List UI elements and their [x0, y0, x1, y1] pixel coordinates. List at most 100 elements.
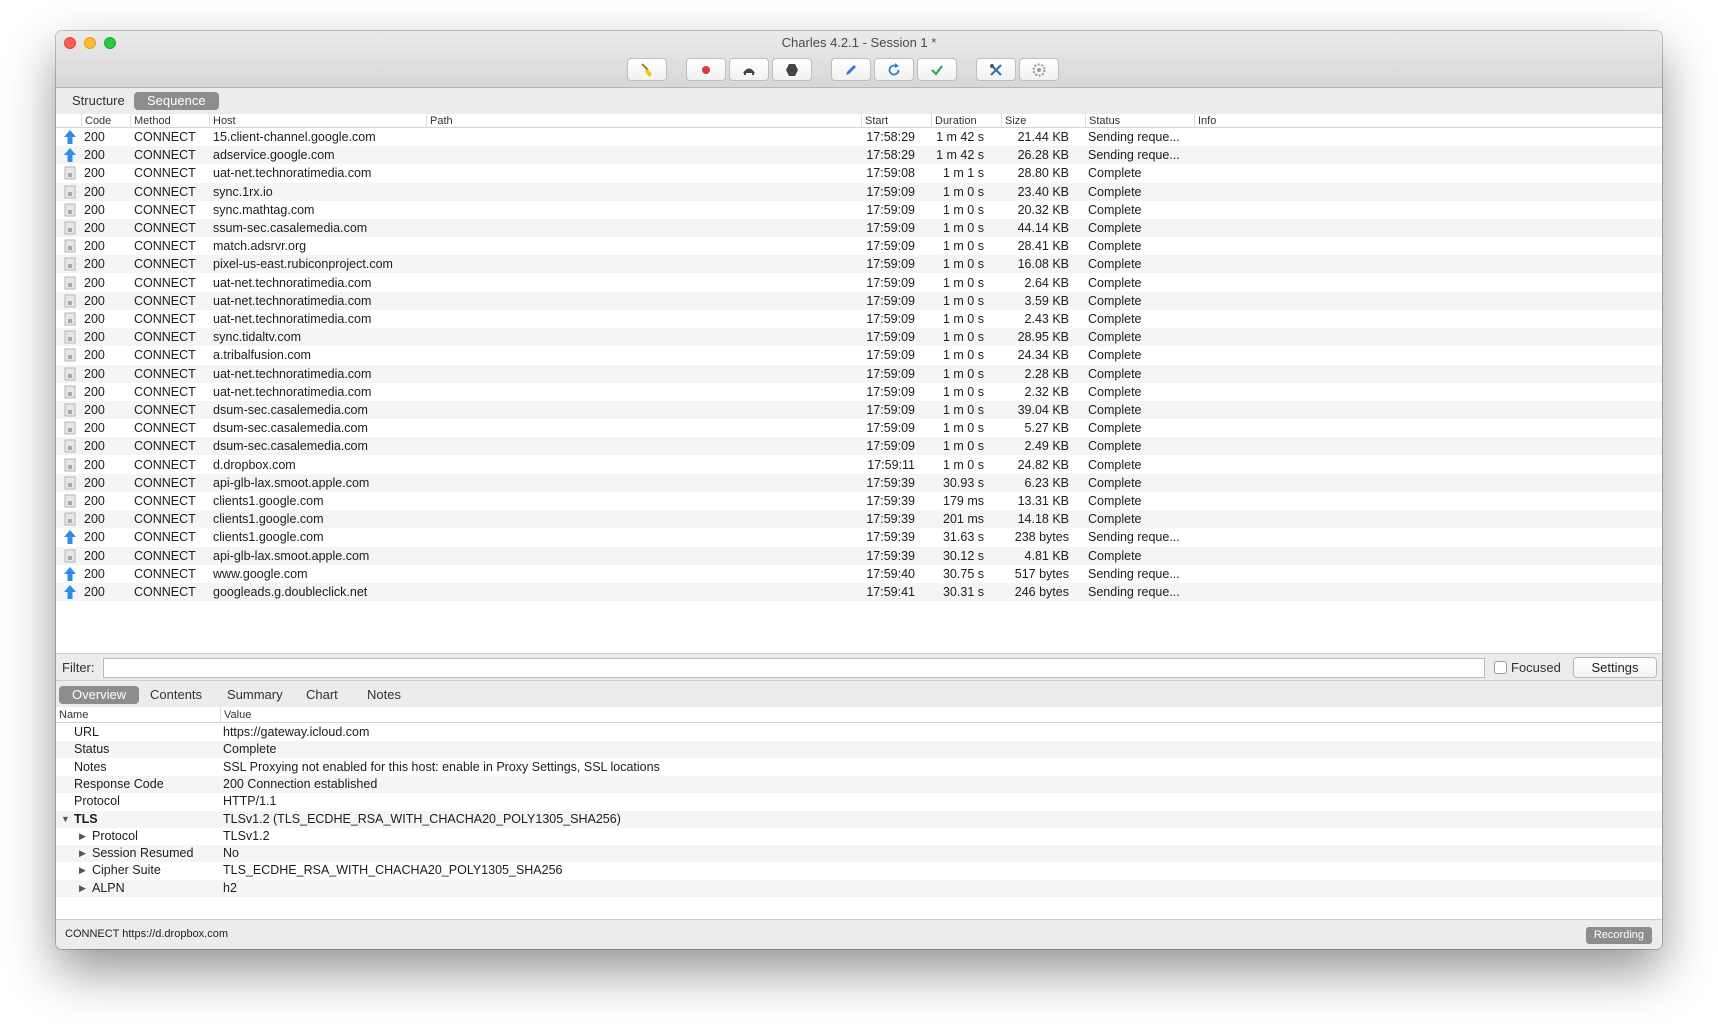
cell-start: 17:59:08 [866, 166, 915, 181]
tab-chart[interactable]: Chart [293, 686, 351, 704]
cell-info [1197, 383, 1657, 401]
settings-button[interactable] [1019, 58, 1059, 81]
table-row[interactable]: 200 CONNECT api-glb-lax.smoot.apple.com 17:… [56, 473, 1662, 492]
table-row[interactable]: 200 CONNECT ssum-sec.casalemedia.com 17:59:… [56, 219, 1662, 237]
cell-start: 17:59:09 [866, 275, 915, 290]
overview-row[interactable]: Protocol HTTP/1.1 [56, 793, 1662, 810]
table-row[interactable]: 200 CONNECT match.adsrvr.org 17:59:09 1 m 0 … [56, 237, 1662, 255]
column-header-status[interactable]: Status [1085, 114, 1194, 128]
disclosure-collapsed-icon[interactable]: ▶ [79, 880, 86, 897]
table-row[interactable]: 200 CONNECT uat-net.technoratimedia.com 17:… [56, 274, 1662, 292]
tab-overview[interactable]: Overview [59, 686, 140, 704]
focused-checkbox[interactable] [1494, 661, 1507, 674]
breakpoints-hexagon-icon [786, 63, 798, 76]
cell-code: 200 [84, 548, 105, 563]
column-header-size[interactable]: Size [1001, 114, 1085, 128]
lock-icon [64, 439, 76, 453]
cell-info [1197, 492, 1657, 510]
column-header-host[interactable]: Host [209, 114, 427, 128]
column-header-name[interactable]: Name [56, 707, 220, 723]
tab-summary[interactable]: Summary [214, 686, 296, 704]
overview-row[interactable]: ▼ TLS TLSv1.2 (TLS_ECDHE_RSA_WITH_CHACHA20… [56, 810, 1662, 828]
table-row[interactable]: 200 CONNECT adservice.google.com 17:58:29 1 … [56, 146, 1662, 165]
column-header-start[interactable]: Start [861, 114, 931, 128]
disclosure-collapsed-icon[interactable]: ▶ [79, 845, 86, 862]
overview-row[interactable]: ▶ Session Resumed No [56, 845, 1662, 863]
cell-info [1197, 274, 1657, 292]
table-row[interactable]: 200 CONNECT uat-net.technoratimedia.com 17:… [56, 383, 1662, 401]
column-header-code[interactable]: Code [81, 114, 130, 128]
table-row[interactable]: 200 CONNECT dsum-sec.casalemedia.com 17:59:… [56, 401, 1662, 419]
table-row[interactable]: 200 CONNECT sync.tidaltv.com 17:59:09 1 m 0 … [56, 328, 1662, 347]
cell-size: 20.32 KB [1017, 202, 1069, 217]
validate-button[interactable] [917, 58, 957, 81]
overview-row[interactable]: URL https://gateway.icloud.com [56, 724, 1662, 741]
overview-row[interactable]: ▶ Cipher Suite TLS_ECDHE_RSA_WITH_CHACHA20… [56, 862, 1662, 879]
tab-structure[interactable]: Structure [59, 92, 138, 110]
disclosure-expanded-icon[interactable]: ▼ [61, 811, 70, 828]
table-row[interactable]: 200 CONNECT uat-net.technoratimedia.com 17:… [56, 291, 1662, 310]
cell-start: 17:59:39 [866, 530, 915, 545]
table-row[interactable]: 200 CONNECT dsum-sec.casalemedia.com 17:59:… [56, 419, 1662, 437]
table-row[interactable]: 200 CONNECT www.google.com 17:59:40 30.75 s 5… [56, 565, 1662, 583]
table-row[interactable]: 200 CONNECT 15.client-channel.google.com 17… [56, 128, 1662, 146]
cell-status: Complete [1088, 221, 1142, 235]
cell-duration: 1 m 0 s [943, 239, 984, 254]
tab-sequence[interactable]: Sequence [134, 92, 219, 110]
overview-row[interactable]: Response Code 200 Connection established [56, 775, 1662, 793]
overview-name: Status [74, 742, 110, 757]
lock-icon [64, 312, 76, 326]
column-header-duration[interactable]: Duration [931, 114, 1001, 128]
lock-icon [64, 458, 76, 472]
column-header-info[interactable]: Info [1194, 114, 1662, 128]
column-header-value[interactable]: Value [220, 707, 1662, 723]
table-row[interactable]: 200 CONNECT sync.mathtag.com 17:59:09 1 m 0 … [56, 201, 1662, 219]
recording-badge[interactable]: Recording [1585, 927, 1652, 944]
cell-method: CONNECT [134, 348, 196, 363]
sequence-table-header: Code Method Host Path Start Duration Siz… [56, 114, 1662, 128]
cell-info [1197, 456, 1657, 474]
disclosure-collapsed-icon[interactable]: ▶ [79, 828, 86, 845]
table-row[interactable]: 200 CONNECT api-glb-lax.smoot.apple.com 17:… [56, 546, 1662, 565]
tab-notes[interactable]: Notes [354, 686, 414, 704]
overview-row[interactable]: Notes SSL Proxying not enabled for this h… [56, 759, 1662, 776]
repeat-button[interactable] [874, 58, 914, 81]
disclosure-collapsed-icon[interactable]: ▶ [79, 862, 86, 879]
cell-path [430, 383, 861, 401]
table-row[interactable]: 200 CONNECT clients1.google.com 17:59:39 201… [56, 510, 1662, 529]
table-row[interactable]: 200 CONNECT clients1.google.com 17:59:39 179… [56, 492, 1662, 510]
cell-method: CONNECT [134, 184, 196, 199]
table-row[interactable]: 200 CONNECT googleads.g.doubleclick.net 17:… [56, 583, 1662, 601]
cell-status: Complete [1088, 239, 1142, 254]
table-row[interactable]: 200 CONNECT uat-net.technoratimedia.com 17:… [56, 164, 1662, 182]
table-row[interactable]: 200 CONNECT d.dropbox.com 17:59:11 1 m 0 s 24… [56, 456, 1662, 474]
clear-session-button[interactable] [627, 58, 667, 81]
column-header-path[interactable]: Path [426, 114, 861, 128]
filter-input[interactable] [103, 658, 1485, 678]
cell-info [1197, 146, 1657, 164]
overview-row[interactable]: ▶ Protocol TLSv1.2 [56, 828, 1662, 845]
tab-contents[interactable]: Contents [137, 686, 215, 704]
record-button[interactable] [686, 58, 726, 81]
cell-host: uat-net.technoratimedia.com [213, 166, 372, 181]
compose-button[interactable] [831, 58, 871, 81]
cell-start: 17:59:39 [866, 548, 915, 563]
overview-row[interactable]: Status Complete [56, 741, 1662, 759]
throttling-button[interactable] [729, 58, 769, 81]
window-title: Charles 4.2.1 - Session 1 * [781, 35, 937, 50]
filter-settings-button[interactable]: Settings [1573, 657, 1657, 678]
overview-value: SSL Proxying not enabled for this host: … [223, 759, 660, 774]
breakpoints-button[interactable] [772, 58, 812, 81]
table-row[interactable]: 200 CONNECT uat-net.technoratimedia.com 17:… [56, 310, 1662, 328]
table-row[interactable]: 200 CONNECT dsum-sec.casalemedia.com 17:59:… [56, 437, 1662, 456]
overview-row[interactable]: ▶ ALPN h2 [56, 879, 1662, 897]
table-row[interactable]: 200 CONNECT uat-net.technoratimedia.com 17:… [56, 364, 1662, 383]
table-row[interactable]: 200 CONNECT clients1.google.com 17:59:39 31.… [56, 528, 1662, 546]
column-header-method[interactable]: Method [130, 114, 209, 128]
table-row[interactable]: 200 CONNECT sync.1rx.io 17:59:09 1 m 0 s 23.4… [56, 182, 1662, 201]
overview-name: TLS [74, 811, 98, 826]
table-row[interactable]: 200 CONNECT pixel-us-east.rubiconproject.c… [56, 255, 1662, 274]
lock-icon [64, 421, 76, 435]
table-row[interactable]: 200 CONNECT a.tribalfusion.com 17:59:09 1 m … [56, 346, 1662, 364]
tools-button[interactable] [976, 58, 1016, 81]
